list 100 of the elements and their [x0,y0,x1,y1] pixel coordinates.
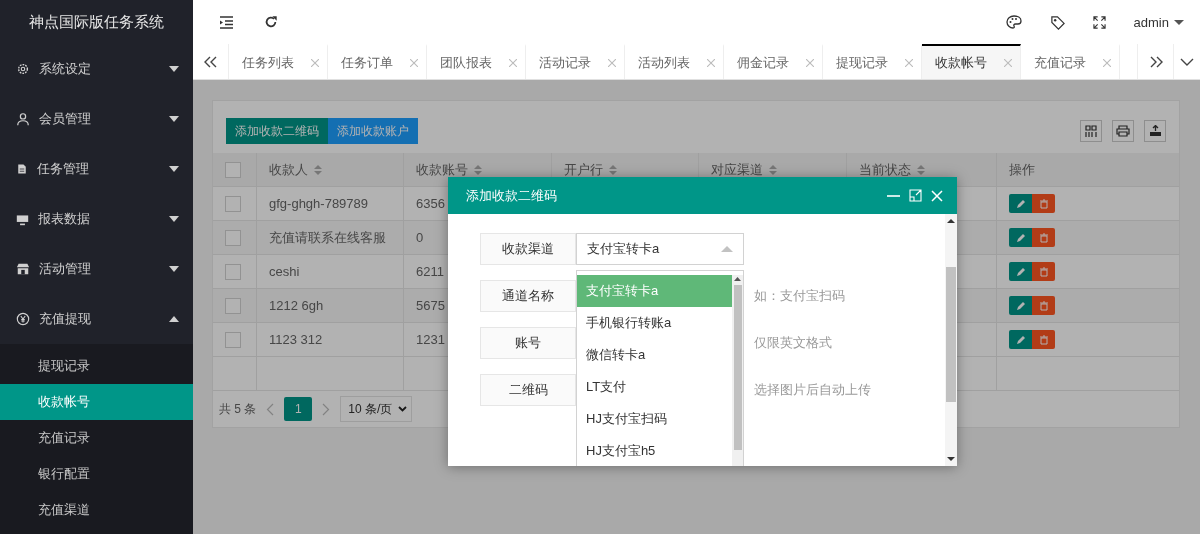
channel-select[interactable]: 支付宝转卡a [576,233,744,265]
chevron-right-icon[interactable] [322,402,331,416]
total-count: 共 5 条 [219,400,257,418]
table-cell: 1123 312 [257,323,404,357]
user-menu[interactable]: admin [1133,14,1184,30]
sidebar-menu-item[interactable]: 会员管理 [0,94,193,144]
edit-button[interactable] [1009,330,1032,349]
column-label: 对应渠道 [711,160,763,179]
column-label: 当前状态 [859,160,911,179]
trash-icon [1038,300,1049,311]
edit-button[interactable] [1009,296,1032,315]
row-checkbox[interactable] [225,297,241,314]
export-button[interactable] [1144,120,1166,142]
palette-icon[interactable] [1005,15,1022,29]
tab[interactable]: 团队报表 [427,44,526,79]
close-icon[interactable] [311,58,319,67]
pencil-icon [1015,300,1026,311]
print-icon [1116,125,1130,137]
sidebar-menu-item[interactable]: 活动管理 [0,244,193,294]
tab[interactable]: 收款帐号 [922,44,1021,79]
double-chevron-right-icon [1148,55,1163,68]
field-label: 通道名称 [480,280,576,312]
tab[interactable]: 任务列表 [229,44,328,79]
tab[interactable]: 任务订单 [328,44,427,79]
trash-icon [1038,334,1049,345]
scroll-right-button[interactable] [1137,44,1174,79]
close-icon[interactable] [608,58,616,67]
close-icon[interactable] [806,58,814,67]
pencil-icon [1015,266,1026,277]
close-icon[interactable] [707,58,715,67]
sidebar-menu-item[interactable]: 系统设定 [0,44,193,94]
close-icon[interactable] [905,58,913,67]
trash-icon [1038,198,1049,209]
tab[interactable]: 佣金记录 [724,44,823,79]
columns-button[interactable] [1080,120,1102,142]
trash-icon [1038,232,1049,243]
dropdown-option[interactable]: HJ支付宝h5 [577,435,732,466]
row-checkbox[interactable] [225,229,241,246]
yen-icon [16,312,30,326]
sidebar-menu-item[interactable]: 报表数据 [0,194,193,244]
table-cell: 1212 6gh [257,289,404,323]
pencil-icon [1015,334,1026,345]
sidebar-subitem[interactable]: 收款帐号 [0,384,193,420]
close-icon[interactable] [1103,58,1111,67]
column-label: 操作 [1009,160,1035,179]
shop-icon [16,262,30,276]
edit-button[interactable] [1009,228,1032,247]
page-size-select[interactable]: 10 条/页 [340,396,413,422]
trash-icon [1038,266,1049,277]
row-checkbox[interactable] [225,331,241,348]
delete-button[interactable] [1032,228,1055,247]
sidebar-subitem[interactable]: 提现记录 [0,348,193,384]
field-label: 二维码 [480,374,576,406]
scrollbar[interactable] [732,275,743,466]
close-icon[interactable] [509,58,517,67]
dropdown-option[interactable]: LT支付 [577,371,732,403]
chevron-left-icon[interactable] [266,402,275,416]
tab[interactable]: 活动记录 [526,44,625,79]
field-hint: 选择图片后自动上传 [754,381,871,399]
menu-toggle-icon[interactable] [219,15,234,29]
delete-button[interactable] [1032,330,1055,349]
close-icon[interactable] [1004,58,1012,67]
gear-icon [16,62,30,76]
sidebar-menu-item[interactable]: 充值提现 [0,294,193,344]
pencil-icon [1015,198,1026,209]
document-icon [16,163,28,175]
delete-button[interactable] [1032,296,1055,315]
maximize-icon[interactable] [909,189,922,202]
select-all-checkbox[interactable] [225,161,241,178]
close-icon[interactable] [410,58,418,67]
edit-button[interactable] [1009,194,1032,213]
scrollbar[interactable] [945,214,957,466]
columns-icon [1085,125,1097,137]
refresh-icon[interactable] [264,15,278,29]
row-checkbox[interactable] [225,263,241,280]
tab[interactable]: 活动列表 [625,44,724,79]
pencil-icon [1015,232,1026,243]
sidebar-menu-item[interactable]: 任务管理 [0,144,193,194]
tab[interactable]: 充值记录 [1021,44,1120,79]
dropdown-option[interactable]: HJ支付宝扫码 [577,403,732,435]
edit-button[interactable] [1009,262,1032,281]
fullscreen-icon[interactable] [1092,15,1106,29]
double-chevron-left-icon [203,55,218,68]
sidebar-subitem[interactable]: 充值渠道 [0,492,193,528]
dropdown-option[interactable]: 手机银行转账a [577,307,732,339]
export-icon [1148,125,1162,137]
sort-icon[interactable] [314,164,322,175]
print-button[interactable] [1112,120,1134,142]
chevron-down-icon [1180,57,1194,66]
scroll-up-icon[interactable] [734,275,741,283]
sidebar-subitem[interactable]: 充值记录 [0,420,193,456]
dropdown-option[interactable]: 微信转卡a [577,339,732,371]
user-icon [16,112,30,126]
column-label: 收款人 [269,160,308,179]
tag-icon[interactable] [1049,14,1065,30]
delete-button[interactable] [1032,262,1055,281]
sidebar-subitem[interactable]: 银行配置 [0,456,193,492]
chevron-down-icon [398,406,408,412]
row-checkbox[interactable] [225,195,241,212]
delete-button[interactable] [1032,194,1055,213]
